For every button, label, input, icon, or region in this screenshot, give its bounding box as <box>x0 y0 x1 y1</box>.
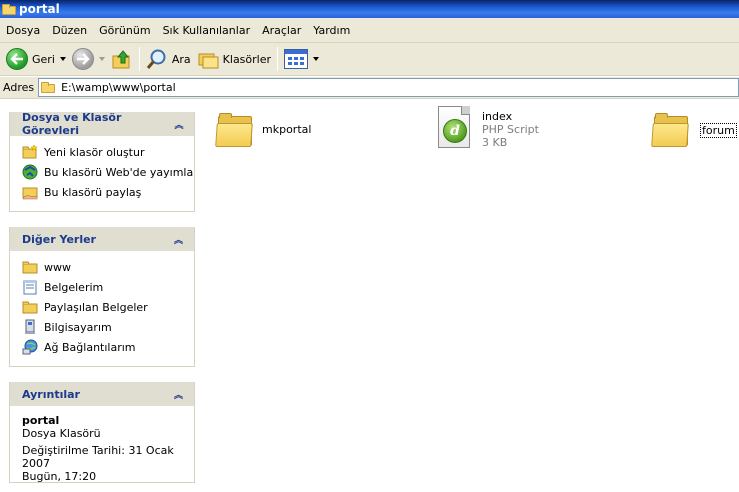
search-label: Ara <box>171 52 191 66</box>
file-item-php[interactable]: d index PHP Script 3 KB <box>436 106 539 150</box>
folders-label: Klasörler <box>222 52 272 66</box>
place-label: Paylaşılan Belgeler <box>44 300 148 314</box>
place-label: www <box>44 260 71 274</box>
address-label: Adres <box>3 81 35 94</box>
window-title: portal <box>19 2 60 16</box>
computer-icon <box>22 319 38 335</box>
details-panel-header[interactable]: Ayrıntılar ︽ <box>10 382 194 406</box>
file-name: forum <box>700 123 737 138</box>
network-icon <box>22 339 38 355</box>
folder-icon <box>41 81 57 94</box>
views-button[interactable] <box>281 45 322 73</box>
tasks-panel-header[interactable]: Dosya ve Klasör Görevleri ︽ <box>10 111 194 137</box>
menu-file[interactable]: Dosya <box>0 24 46 37</box>
places-panel-header[interactable]: Diğer Yerler ︽ <box>10 227 194 251</box>
file-list: mkportal d index PHP Script 3 KB forum <box>204 100 739 492</box>
forward-button[interactable] <box>69 45 108 73</box>
place-label: Ağ Bağlantılarım <box>44 340 136 354</box>
back-arrow-icon <box>6 48 28 70</box>
folder-icon <box>22 259 38 275</box>
title-bar: portal <box>0 0 739 18</box>
toolbar-separator <box>277 47 279 71</box>
search-icon <box>146 48 168 70</box>
collapse-chevron-icon[interactable]: ︽ <box>171 232 186 247</box>
details-modified: Değiştirilme Tarihi: 31 Ocak 2007 <box>22 444 174 470</box>
place-shared-documents[interactable]: Paylaşılan Belgeler <box>22 297 194 317</box>
menu-favorites[interactable]: Sık Kullanılanlar <box>157 24 257 37</box>
menu-help[interactable]: Yardım <box>307 24 356 37</box>
menu-view[interactable]: Görünüm <box>93 24 156 37</box>
file-item-folder[interactable]: forum <box>651 112 737 148</box>
place-my-computer[interactable]: Bilgisayarım <box>22 317 194 337</box>
forward-dropdown-icon[interactable] <box>98 57 105 61</box>
address-bar: Adres E:\wamp\www\portal <box>0 77 739 99</box>
task-share-folder[interactable]: Bu klasörü paylaş <box>22 182 194 202</box>
place-label: Bilgisayarım <box>44 320 112 334</box>
forward-arrow-icon <box>71 48 94 70</box>
folder-icon <box>215 112 254 148</box>
collapse-chevron-icon[interactable]: ︽ <box>172 117 186 132</box>
back-dropdown-icon[interactable] <box>59 57 66 61</box>
toolbar: Geri Ara Klasörler <box>0 43 739 76</box>
places-panel-title: Diğer Yerler <box>22 232 96 246</box>
share-folder-icon <box>22 184 38 200</box>
file-type: PHP Script <box>482 123 539 136</box>
place-www[interactable]: www <box>22 257 194 277</box>
my-documents-icon <box>22 279 38 295</box>
shared-folder-icon <box>22 299 38 315</box>
file-item-folder[interactable]: mkportal <box>215 112 312 148</box>
php-script-icon: d <box>436 106 472 150</box>
views-icon <box>284 49 309 69</box>
search-button[interactable]: Ara <box>143 45 194 73</box>
place-label: Belgelerim <box>44 280 104 294</box>
folder-icon <box>2 3 16 15</box>
place-my-documents[interactable]: Belgelerim <box>22 277 194 297</box>
new-folder-icon <box>22 144 38 160</box>
address-field[interactable]: E:\wamp\www\portal <box>38 78 739 97</box>
menu-edit[interactable]: Düzen <box>46 24 93 37</box>
address-value: E:\wamp\www\portal <box>61 81 176 94</box>
task-new-folder[interactable]: Yeni klasör oluştur <box>22 142 194 162</box>
task-label: Bu klasörü Web'de yayımla <box>44 165 194 179</box>
publish-web-icon <box>22 164 38 180</box>
up-button[interactable] <box>108 45 136 73</box>
tasks-panel-title: Dosya ve Klasör Görevleri <box>22 111 122 137</box>
views-dropdown-icon[interactable] <box>313 57 320 61</box>
collapse-chevron-icon[interactable]: ︽ <box>171 387 186 402</box>
tasks-panel: Dosya ve Klasör Görevleri ︽ Yeni klasör … <box>9 111 195 212</box>
details-panel-title: Ayrıntılar <box>22 387 80 401</box>
task-label: Yeni klasör oluştur <box>44 145 145 159</box>
toolbar-separator <box>138 47 140 71</box>
task-publish-web[interactable]: Bu klasörü Web'de yayımla <box>22 162 194 182</box>
places-panel: Diğer Yerler ︽ www Belgelerim Paylaşılan… <box>9 227 195 367</box>
file-name: mkportal <box>262 123 312 136</box>
menu-tools[interactable]: Araçlar <box>256 24 307 37</box>
folder-up-icon <box>111 48 133 70</box>
back-label: Geri <box>32 52 55 66</box>
folders-button[interactable]: Klasörler <box>194 45 274 73</box>
task-label: Bu klasörü paylaş <box>44 185 142 199</box>
place-network[interactable]: Ağ Bağlantılarım <box>22 337 194 357</box>
menu-bar: Dosya Düzen Görünüm Sık Kullanılanlar Ar… <box>0 18 739 43</box>
details-panel: Ayrıntılar ︽ portal Dosya Klasörü Değişt… <box>9 382 195 483</box>
folders-icon <box>197 48 219 70</box>
details-name: portal <box>22 414 60 427</box>
back-button[interactable]: Geri <box>3 45 69 73</box>
file-name: index <box>482 110 513 123</box>
details-modified-time: Bugün, 17:20 <box>22 470 97 483</box>
folder-icon <box>651 112 690 148</box>
details-type: Dosya Klasörü <box>22 427 101 440</box>
file-size: 3 KB <box>482 136 508 149</box>
task-pane: Dosya ve Klasör Görevleri ︽ Yeni klasör … <box>0 100 204 492</box>
